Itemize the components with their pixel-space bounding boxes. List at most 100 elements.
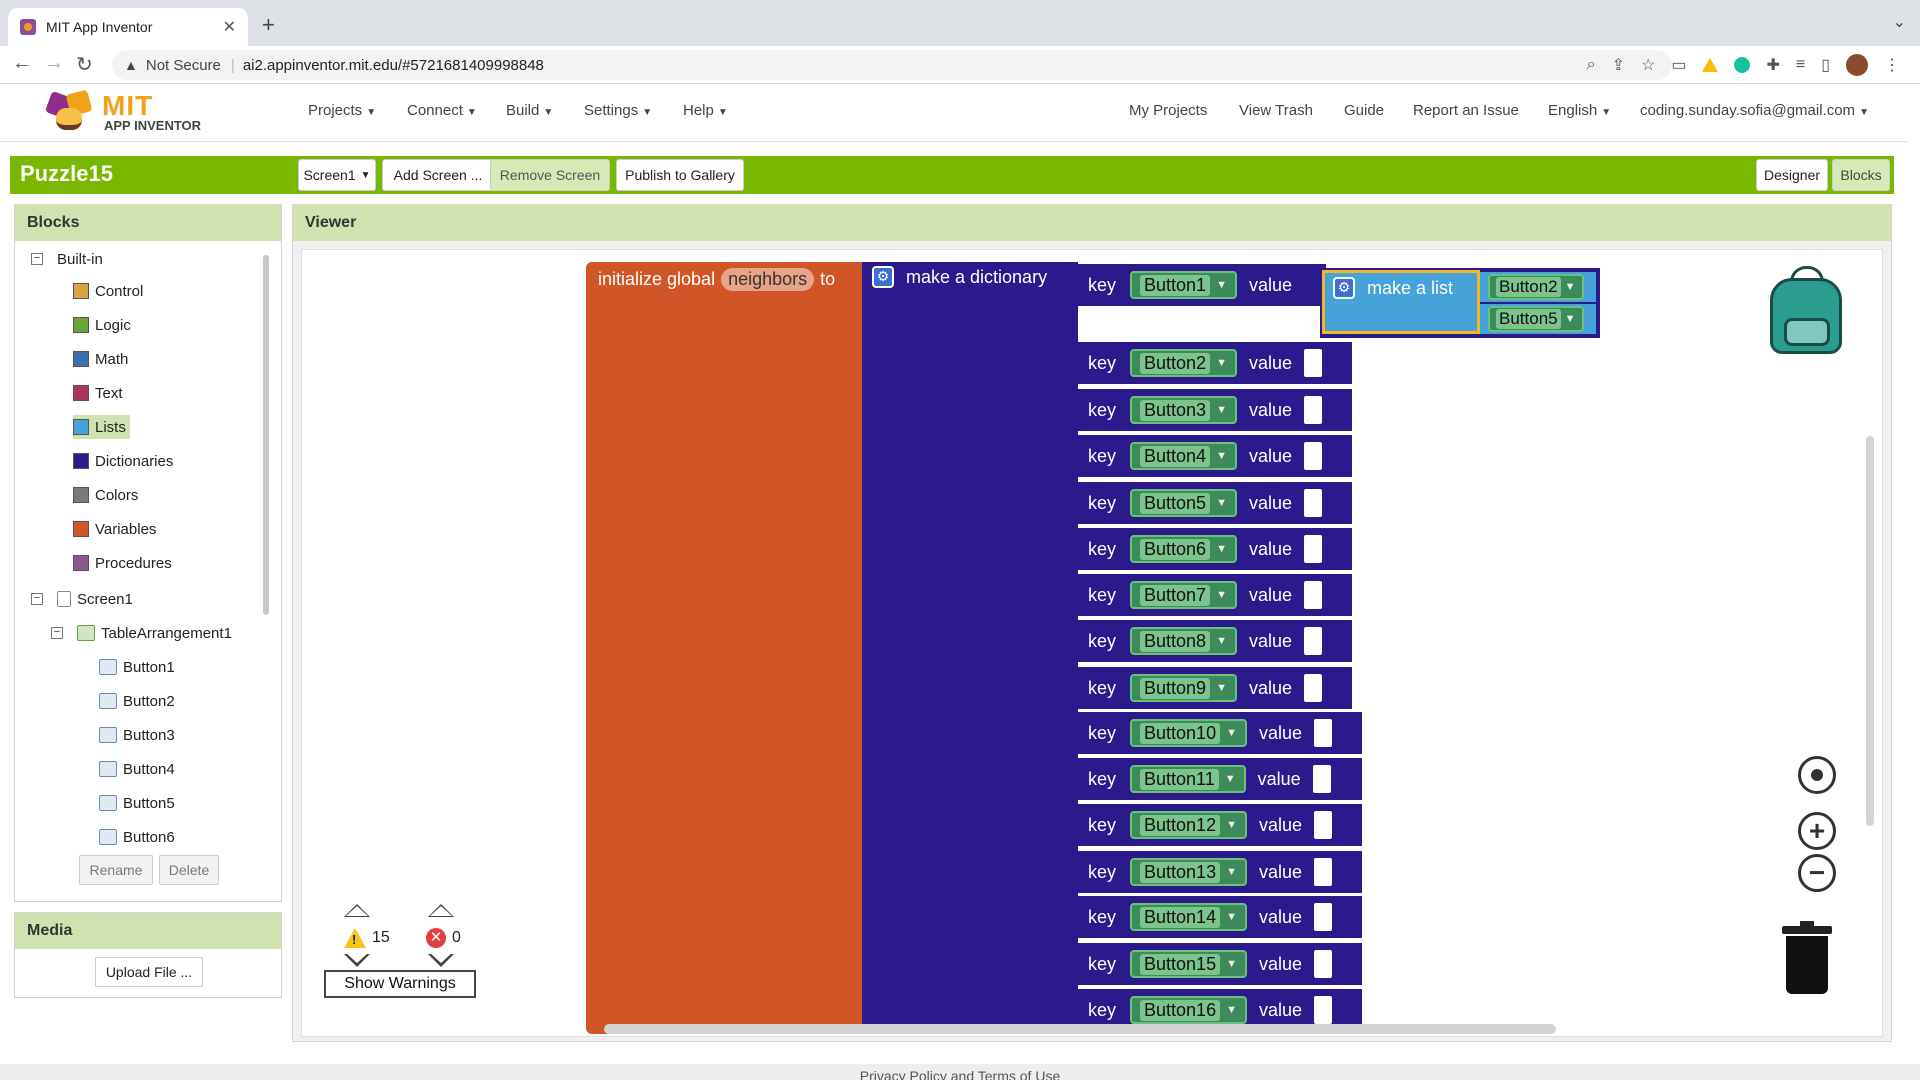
close-tab-icon[interactable]: ✕	[223, 17, 236, 37]
back-arrow-icon[interactable]: ←	[12, 52, 32, 75]
publish-to-gallery-button[interactable]: Publish to Gallery	[616, 159, 744, 191]
builtin-colors[interactable]: Colors	[73, 483, 138, 507]
component-dropdown[interactable]: Button5 ▼	[1488, 306, 1584, 332]
language-menu[interactable]: English ▼	[1548, 102, 1611, 119]
empty-value-socket[interactable]	[1304, 349, 1322, 377]
workspace-vertical-scrollbar[interactable]	[1866, 436, 1874, 826]
omnibox[interactable]: ▲ Not Secure | ai2.appinventor.mit.edu/#…	[112, 50, 1672, 80]
empty-value-socket[interactable]	[1314, 811, 1332, 839]
mutator-gear-icon[interactable]: ⚙	[1333, 277, 1355, 299]
new-tab-icon[interactable]: +	[262, 12, 275, 38]
add-screen-button[interactable]: Add Screen ...	[382, 159, 494, 191]
builtin-lists[interactable]: Lists	[73, 415, 130, 439]
component-dropdown[interactable]: Button1 ▼	[1130, 271, 1237, 299]
blocks-button[interactable]: Blocks	[1832, 159, 1890, 191]
grammarly-extension-icon[interactable]	[1734, 57, 1751, 73]
dictionary-pair-block[interactable]: key Button10 ▼ value	[1076, 712, 1362, 754]
builtin-control[interactable]: Control	[73, 279, 143, 303]
dictionary-pair-block[interactable]: key Button11 ▼ value	[1076, 758, 1362, 800]
menu-connect[interactable]: Connect ▼	[407, 102, 477, 119]
menu-settings[interactable]: Settings ▼	[584, 102, 652, 119]
prev-warning-arrow-icon[interactable]	[344, 904, 370, 917]
next-warning-arrow-icon[interactable]	[344, 953, 370, 967]
initialize-global-block[interactable]: initialize global neighbors to	[586, 262, 864, 1034]
backpack-icon[interactable]	[1766, 266, 1850, 356]
collapse-icon[interactable]: −	[31, 253, 43, 265]
tree-component-button5[interactable]: Button5	[99, 791, 175, 815]
remove-screen-button[interactable]: Remove Screen	[490, 159, 610, 191]
rename-button[interactable]: Rename	[79, 855, 153, 885]
tree-component-button1[interactable]: Button1	[99, 655, 175, 679]
component-dropdown[interactable]: Button9 ▼	[1130, 674, 1237, 702]
drive-extension-icon[interactable]	[1702, 58, 1719, 72]
empty-value-socket[interactable]	[1304, 535, 1322, 563]
tree-component-button3[interactable]: Button3	[99, 723, 175, 747]
component-dropdown[interactable]: Button16 ▼	[1130, 996, 1247, 1024]
empty-value-socket[interactable]	[1304, 442, 1322, 470]
component-dropdown[interactable]: Button3 ▼	[1130, 396, 1237, 424]
dictionary-pair-block[interactable]: key Button2 ▼ value	[1076, 342, 1352, 384]
forward-arrow-icon[interactable]: →	[44, 52, 64, 75]
component-dropdown[interactable]: Button14 ▼	[1130, 903, 1247, 931]
zoom-in-icon[interactable]: +	[1798, 812, 1836, 850]
component-dropdown[interactable]: Button11 ▼	[1130, 765, 1246, 793]
link-guide[interactable]: Guide	[1344, 102, 1384, 119]
component-dropdown[interactable]: Button15 ▼	[1130, 950, 1247, 978]
dictionary-pair-block[interactable]: key Button4 ▼ value	[1076, 435, 1352, 477]
empty-value-socket[interactable]	[1314, 903, 1332, 931]
browser-tab[interactable]: MIT App Inventor ✕	[8, 8, 248, 46]
menu-build[interactable]: Build ▼	[506, 102, 553, 119]
link-report-issue[interactable]: Report an Issue	[1413, 102, 1519, 119]
recenter-icon[interactable]	[1798, 756, 1836, 794]
empty-value-socket[interactable]	[1304, 674, 1322, 702]
tree-builtin[interactable]: − Built-in	[31, 247, 103, 271]
link-view-trash[interactable]: View Trash	[1239, 102, 1313, 119]
mutator-gear-icon[interactable]: ⚙	[872, 266, 894, 288]
footer-privacy-link[interactable]: Privacy Policy and Terms of Use	[0, 1064, 1920, 1080]
empty-value-socket[interactable]	[1304, 489, 1322, 517]
dictionary-pair-block[interactable]: key Button13 ▼ value	[1076, 851, 1362, 893]
delete-button[interactable]: Delete	[159, 855, 219, 885]
reload-icon[interactable]: ↻	[76, 52, 93, 77]
dictionary-pair-block[interactable]: key Button3 ▼ value	[1076, 389, 1352, 431]
zoom-out-icon[interactable]: −	[1798, 854, 1836, 892]
bookmark-star-icon[interactable]: ☆	[1641, 55, 1655, 75]
empty-value-socket[interactable]	[1314, 858, 1332, 886]
collapse-icon[interactable]: −	[31, 593, 43, 605]
menu-help[interactable]: Help ▼	[683, 102, 728, 119]
designer-button[interactable]: Designer	[1756, 159, 1828, 191]
tree-table-arrangement[interactable]: − TableArrangement1	[51, 621, 232, 645]
profile-avatar[interactable]	[1846, 54, 1868, 76]
variable-name-field[interactable]: neighbors	[721, 268, 815, 291]
empty-value-socket[interactable]	[1314, 719, 1332, 747]
component-dropdown[interactable]: Button10 ▼	[1130, 719, 1247, 747]
component-dropdown[interactable]: Button7 ▼	[1130, 581, 1237, 609]
mit-app-inventor-logo[interactable]: MIT APP INVENTOR	[44, 88, 204, 138]
share-icon[interactable]: ⇪	[1612, 55, 1625, 75]
component-dropdown[interactable]: Button5 ▼	[1130, 489, 1237, 517]
side-panel-icon[interactable]: ▯	[1821, 55, 1830, 75]
component-dropdown[interactable]: Button12 ▼	[1130, 811, 1247, 839]
next-error-arrow-icon[interactable]	[428, 953, 454, 967]
dictionary-pair-block[interactable]: key Button14 ▼ value	[1076, 896, 1362, 938]
builtin-text[interactable]: Text	[73, 381, 123, 405]
tree-component-button6[interactable]: Button6	[99, 825, 175, 849]
empty-value-socket[interactable]	[1304, 581, 1322, 609]
dictionary-pair-block[interactable]: key Button1 ▼ value	[1076, 264, 1326, 306]
prev-error-arrow-icon[interactable]	[428, 904, 454, 917]
account-menu[interactable]: coding.sunday.sofia@gmail.com ▼	[1640, 102, 1869, 119]
component-dropdown[interactable]: Button4 ▼	[1130, 442, 1237, 470]
dictionary-pair-block[interactable]: key Button6 ▼ value	[1076, 528, 1352, 570]
builtin-variables[interactable]: Variables	[73, 517, 156, 541]
list-item-block[interactable]: Button2 ▼	[1480, 272, 1596, 302]
dictionary-pair-block[interactable]: key Button9 ▼ value	[1076, 667, 1352, 709]
empty-value-socket[interactable]	[1304, 627, 1322, 655]
component-dropdown[interactable]: Button6 ▼	[1130, 535, 1237, 563]
dictionary-pair-block[interactable]: key Button12 ▼ value	[1076, 804, 1362, 846]
dictionary-pair-block[interactable]: key Button8 ▼ value	[1076, 620, 1352, 662]
make-dictionary-block[interactable]: ⚙ make a dictionary	[862, 262, 1078, 1034]
tree-component-button2[interactable]: Button2	[99, 689, 175, 713]
make-list-block[interactable]: ⚙ make a list	[1322, 270, 1480, 334]
upload-file-button[interactable]: Upload File ...	[95, 957, 203, 987]
builtin-math[interactable]: Math	[73, 347, 128, 371]
